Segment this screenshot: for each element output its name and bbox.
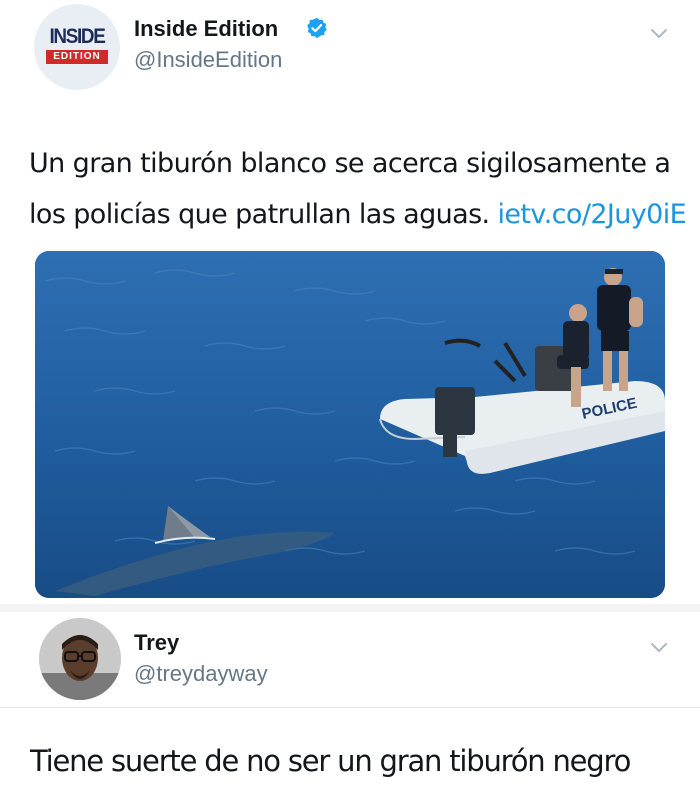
author-name[interactable]: Inside Edition [134,16,278,42]
shark-police-boat-photo: POLICE [35,251,665,598]
reply-author-name[interactable]: Trey [134,630,179,656]
tweet-text-line-2: los policías que patrullan las aguas. ie… [29,189,689,240]
tweet-link[interactable]: ietv.co/2Juy0iE [498,199,687,230]
tweet-media-image[interactable]: POLICE [35,251,665,598]
reply-author-avatar[interactable] [39,618,121,700]
reply-text-area: Tiene suerte de no ser un gran tiburón n… [0,707,700,800]
tweet-text-line-2-body: los policías que patrullan las aguas. [29,199,490,230]
chevron-down-icon[interactable] [650,642,668,654]
reply-author-handle[interactable]: @treydayway [134,661,268,687]
logo-edition-text: EDITION [46,50,108,64]
reply-text: Tiene suerte de no ser un gran tiburón n… [30,744,631,778]
author-handle[interactable]: @InsideEdition [134,47,282,73]
chevron-down-icon[interactable] [650,28,668,40]
tweet-card: INSIDE EDITION Inside Edition @InsideEdi… [0,0,700,610]
logo-inside-text: INSIDE [49,25,106,48]
tweet-divider [0,604,700,612]
reply-avatar-photo [39,618,121,700]
tweet-text-line-1: Un gran tiburón blanco se acerca sigilos… [29,148,671,179]
reply-card: Trey @treydayway Tiene suerte de no ser … [0,612,700,800]
tweet-text: Un gran tiburón blanco se acerca sigilos… [29,138,689,240]
verified-badge-icon [307,17,327,39]
author-avatar[interactable]: INSIDE EDITION [34,4,120,90]
